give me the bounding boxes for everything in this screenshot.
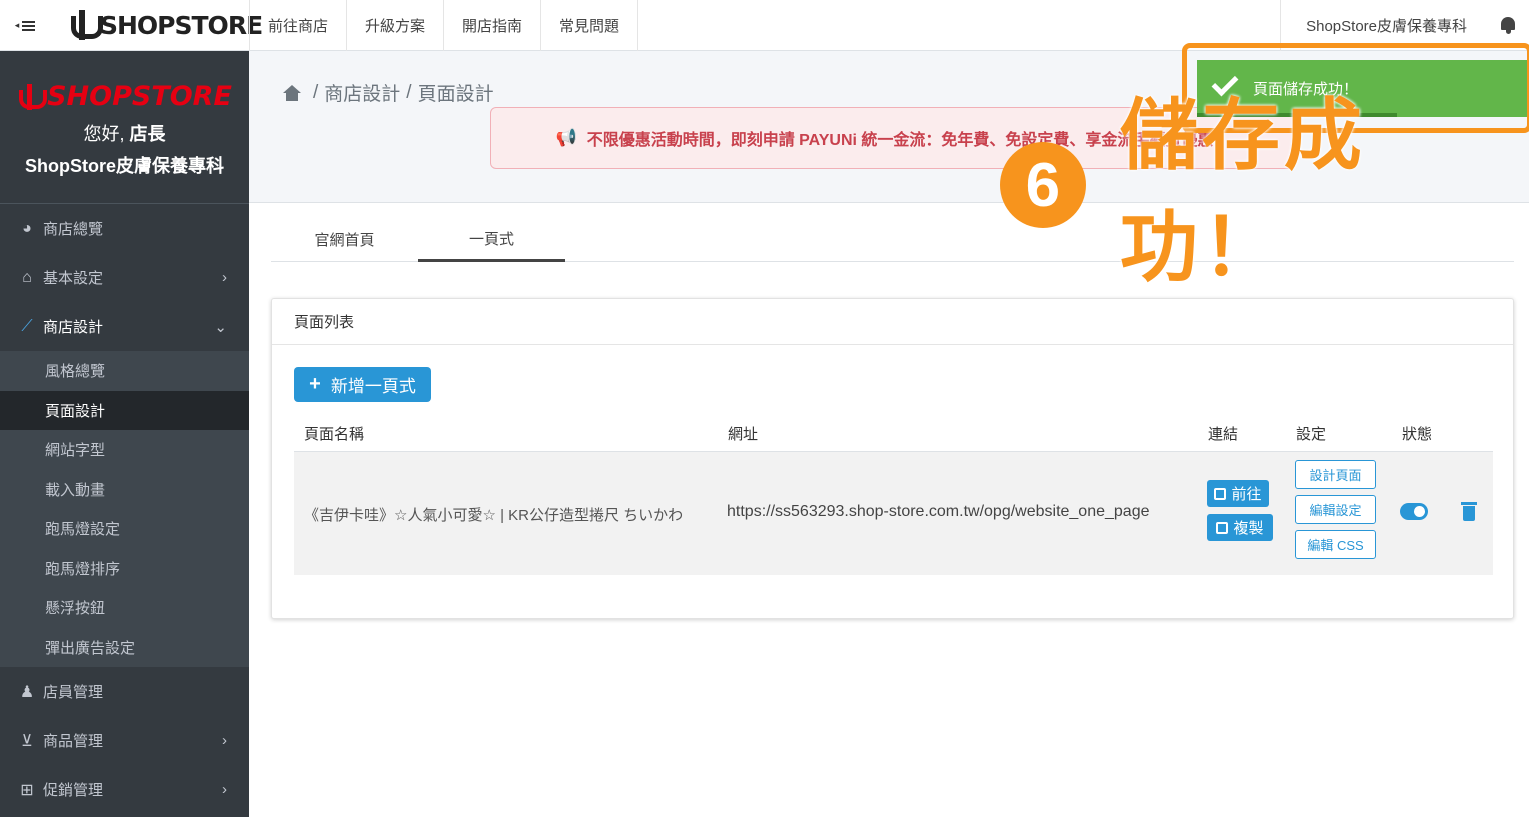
add-one-page-button[interactable]: + 新增一頁式: [294, 367, 431, 402]
shopstore-logo[interactable]: SHOPSTORE: [68, 9, 263, 41]
sidebar-item-overview[interactable]: ◕ 商店總覽: [0, 204, 249, 253]
sidebar-item-basic-settings[interactable]: ⌂ 基本設定 ›: [0, 253, 249, 302]
trash-can: [1463, 506, 1475, 521]
page-list-card: 頁面列表 + 新增一頁式 頁面名稱 網址 連結 設定 狀態 《吉伊卡哇》☆人氣小…: [271, 298, 1514, 619]
copy-button[interactable]: 複製: [1207, 514, 1273, 541]
status-toggle[interactable]: [1400, 503, 1428, 520]
breadcrumb-separator: /: [406, 81, 412, 103]
sidebar-logo-text: SHOPSTORE: [47, 81, 232, 112]
trash-icon[interactable]: [1461, 502, 1477, 522]
sidebar-store-name: ShopStore皮膚保養專科: [24, 156, 224, 176]
dashboard-icon: ◕: [22, 219, 32, 237]
breadcrumb-separator: /: [313, 81, 319, 103]
goto-button[interactable]: 前往: [1207, 480, 1269, 507]
tab-one-page[interactable]: 一頁式: [418, 217, 565, 262]
submenu-loading-animation[interactable]: 載入動畫: [0, 470, 249, 510]
sidebar-item-promotions[interactable]: ⊞ 促銷管理 ›: [0, 765, 249, 814]
goto-label: 前往: [1231, 486, 1262, 503]
tutorial-annotation: 6 儲存成功！: [1000, 91, 1529, 291]
sidebar-item-label: 商店總覽: [43, 221, 104, 238]
page-name-cell: 《吉伊卡哇》☆人氣小可愛☆ | KR公仔造型捲尺 ちいかわ: [304, 507, 684, 524]
column-header-name: 頁面名稱: [304, 426, 365, 443]
column-header-settings: 設定: [1296, 426, 1327, 443]
submenu-marquee-settings[interactable]: 跑馬燈設定: [0, 509, 249, 549]
submenu-style-overview[interactable]: 風格總覽: [0, 351, 249, 391]
user-greeting: 您好, 店長: [0, 120, 249, 146]
card-title: 頁面列表: [272, 299, 1513, 345]
sidebar-item-label: 店員管理: [43, 684, 104, 701]
sidebar-logo[interactable]: SHOPSTORE: [0, 81, 249, 112]
logo-text: SHOPSTORE: [100, 10, 263, 40]
chevron-right-icon: ›: [222, 781, 227, 798]
store-name-dropdown[interactable]: ShopStore皮膚保養專科: [1281, 15, 1489, 36]
sidebar-menu-lower: ♟ 店員管理 ⊻ 商品管理 › ⊞ 促銷管理 ›: [0, 667, 249, 814]
copy-label: 複製: [1233, 520, 1264, 537]
breadcrumb-page-design: 頁面設計: [417, 84, 494, 105]
sidebar-item-label: 商品管理: [43, 733, 104, 750]
submenu-web-font[interactable]: 網站字型: [0, 430, 249, 470]
bell-clapper: [1506, 30, 1511, 34]
home-icon[interactable]: [283, 84, 301, 101]
magic-wand-icon: ⟋: [21, 317, 33, 335]
submenu-marquee-order[interactable]: 跑馬燈排序: [0, 549, 249, 589]
sidebar-menu: ◕ 商店總覽 ⌂ 基本設定 › ⟋ 商店設計 ⌄: [0, 204, 249, 351]
sidebar-item-products[interactable]: ⊻ 商品管理 ›: [0, 716, 249, 765]
sidebar-item-label: 商店設計: [43, 319, 104, 336]
bell-body: [1501, 17, 1515, 30]
sidebar-brand: SHOPSTORE 您好, 店長 ShopStore皮膚保養專科: [0, 51, 249, 204]
bullhorn-icon: 📢: [555, 128, 577, 147]
submenu-popup-ad[interactable]: 彈出廣告設定: [0, 628, 249, 668]
greeting-text: 您好,: [83, 124, 125, 144]
edit-settings-button[interactable]: 編輯設定: [1295, 495, 1376, 524]
logo-mark-icon: [17, 83, 48, 110]
breadcrumb: / 商店設計 / 頁面設計: [283, 79, 494, 106]
breadcrumb-store-design[interactable]: 商店設計: [324, 79, 400, 106]
logo-mark-icon: [68, 10, 103, 40]
sidebar-toggle-button[interactable]: ◂: [0, 0, 50, 51]
table-row: 《吉伊卡哇》☆人氣小可愛☆ | KR公仔造型捲尺 ちいかわ https://ss…: [294, 452, 1493, 575]
submenu-floating-button[interactable]: 懸浮按鈕: [0, 588, 249, 628]
column-header-status: 狀態: [1402, 426, 1433, 443]
table-header: 頁面名稱 網址 連結 設定 狀態: [294, 412, 1493, 452]
hamburger-icon: [22, 20, 36, 31]
user-role: 店長: [129, 124, 166, 144]
design-page-button[interactable]: 設計頁面: [1295, 460, 1376, 489]
annotation-text: 儲存成功！: [1119, 91, 1366, 291]
copy-icon: [1216, 521, 1229, 534]
chevron-down-icon: ⌄: [214, 318, 227, 336]
column-header-url: 網址: [728, 426, 759, 443]
plus-icon: +: [309, 373, 321, 395]
nav-store-guide[interactable]: 開店指南: [443, 0, 540, 51]
user-secret-icon: ♟: [19, 683, 35, 701]
sidebar-item-label: 基本設定: [43, 270, 104, 287]
sidebar-item-store-design[interactable]: ⟋ 商店設計 ⌄: [0, 302, 249, 351]
top-nav-menu: 前往商店 升級方案 開店指南 常見問題: [249, 0, 639, 51]
store-design-submenu: 風格總覽 頁面設計 網站字型 載入動畫 跑馬燈設定 跑馬燈排序 懸浮按鈕 彈出廣…: [0, 351, 249, 667]
nav-go-to-store[interactable]: 前往商店: [249, 0, 346, 51]
tab-website-home[interactable]: 官網首頁: [271, 217, 418, 262]
external-link-icon: [1214, 487, 1227, 500]
column-header-link: 連結: [1208, 426, 1239, 443]
nav-faq[interactable]: 常見問題: [540, 0, 639, 51]
step-number-badge: 6: [1000, 142, 1086, 228]
sidebar-item-staff[interactable]: ♟ 店員管理: [0, 667, 249, 716]
gift-icon: ⊞: [20, 781, 34, 799]
cart-icon: ⊻: [21, 732, 33, 750]
chevron-right-icon: ›: [222, 269, 227, 286]
sidebar-item-label: 促銷管理: [43, 782, 104, 799]
submenu-page-design[interactable]: 頁面設計: [0, 390, 249, 430]
trash-lid: [1461, 502, 1477, 505]
chevron-right-icon: ›: [222, 732, 227, 749]
chevron-left-icon: ◂: [14, 20, 20, 30]
edit-css-button[interactable]: 編輯 CSS: [1295, 530, 1376, 559]
sidebar: SHOPSTORE 您好, 店長 ShopStore皮膚保養專科 ◕ 商店總覽 …: [0, 51, 249, 817]
page-url-cell: https://ss563293.shop-store.com.tw/opg/w…: [727, 503, 1150, 520]
bank-icon: ⌂: [22, 268, 32, 286]
add-button-label: 新增一頁式: [330, 377, 416, 396]
nav-upgrade-plan[interactable]: 升級方案: [346, 0, 443, 51]
